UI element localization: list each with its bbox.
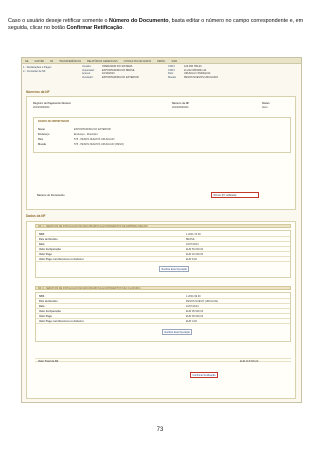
total-label: Valor Total da NF — [38, 359, 59, 363]
dados-label: País — [38, 138, 44, 141]
dados-value: 575 - PESOS NUEVOS URUGUAIO — [74, 138, 115, 141]
item-value: BRASIL — [186, 238, 195, 241]
header-value: EXPORTADORA DO EXTERIOR — [102, 75, 139, 79]
page-number: 73 — [156, 427, 164, 433]
item1-row: País de Destino BRASIL — [36, 238, 290, 243]
pag-header: Status — [262, 102, 270, 105]
item1-row: Valor Pago com Recursos no Exterior EUR … — [36, 258, 290, 263]
numeros-nf-panel: Registro de Pagamento Numero Número da N… — [26, 96, 296, 210]
item-label: Valor Pago com Recursos no Exterior — [39, 320, 84, 323]
item-label: Valor da Operação — [39, 248, 61, 251]
nav-item[interactable]: PERFIL — [154, 58, 168, 63]
retificar-operacao-1-button[interactable]: Retificar Esta Operação — [159, 266, 190, 272]
item1-title-band: NF: 1 - SERVIÇOS DE INSTALAÇÃO DE MAQUIN… — [35, 224, 291, 228]
item1-row: Valor da Operação EUR 50.000,00 — [36, 248, 290, 253]
pag-value: Ativo — [262, 106, 268, 109]
nav-item[interactable]: RELATÓRIOS GERENCIAIS — [84, 58, 121, 63]
item-label: País de Destino — [39, 300, 58, 303]
item-value: EUR 95.000,00 — [186, 315, 204, 318]
item-value: EUR 95.500,00 — [186, 310, 204, 313]
header-value: PESOS NUEVOS URUGUAIO — [184, 75, 219, 79]
item1-row: NBS 1.2001.70.00 — [36, 233, 290, 238]
item-value: EUR 8,00 — [186, 258, 197, 261]
header-info: Usuário: OPERADOR DO SISTEMA CNPJ: 123.4… — [82, 65, 297, 86]
item-label: NBS — [39, 233, 45, 236]
confirmar-retificacao-button[interactable]: Confirmar Retificação — [190, 372, 218, 378]
item-label: País de Destino — [39, 238, 58, 241]
item-value: 10/07/2014 — [186, 243, 199, 246]
item-label: NBS — [39, 295, 45, 298]
pag-value: 201300000001 — [33, 106, 50, 109]
intro-text-c: . — [122, 25, 124, 32]
nav-item[interactable]: NF — [47, 58, 56, 63]
item-value: 1.2001.99.00 — [186, 295, 201, 298]
pag-value: 201300000201 — [172, 106, 189, 109]
dados-label: Nome — [38, 128, 45, 131]
dados-value: EXPORTADORA DO EXTERIOR — [74, 128, 111, 131]
item-label: Valor Pago — [39, 315, 52, 318]
intro-bold-confirmar-retificacao: Confirmar Retificação — [66, 25, 123, 32]
section-title-dados-nf: Dados da NF — [26, 214, 46, 218]
item-value: EUR 50.000,00 — [186, 248, 204, 251]
dados-label: Endereço — [38, 133, 50, 136]
nav-item[interactable]: TRANSFERÊNCIAS — [56, 58, 84, 63]
item2-row: Valor Pago EUR 95.000,00 — [36, 315, 290, 320]
item-label: Data — [39, 243, 45, 246]
header-row: Vendedor: EXPORTADORA DO EXTERIOR Moeda:… — [82, 76, 297, 80]
dados-title: DADOS DO IMPORTADOR — [38, 120, 70, 123]
sidebar-item[interactable]: 2 - Consultar de NF — [23, 70, 81, 74]
dados-label: Moeda — [38, 143, 46, 146]
total-row: Valor Total da NF EUR 118.500,00 — [35, 358, 291, 363]
item-value: 1.2001.70.00 — [186, 233, 201, 236]
numero-documento-label: Número do Documento — [37, 194, 65, 197]
item-value: PESOS NUEVO (URUGUAI) — [186, 300, 219, 303]
item2-title-band: NF: 2 - SERVIÇOS DE INSTALAÇÃO DE MAQUIN… — [35, 286, 291, 290]
dados-importador-box: DADOS DO IMPORTADOR Nome EXPORTADORA DO … — [33, 117, 291, 153]
item1-row: Valor Pago EUR 42.000,00 — [36, 253, 290, 258]
sidebar: 1 - Declarações e Pagos 2 - Consultar de… — [23, 66, 81, 73]
item-label: Valor da Operação — [39, 310, 61, 313]
nav-item[interactable]: NE — [22, 58, 31, 63]
item1-box: NBS 1.2001.70.00 País de Destino BRASIL … — [35, 230, 291, 278]
retificar-operacao-2-button[interactable]: Retificar Esta Operação — [162, 329, 193, 335]
nav-item[interactable]: CONSULTAS DE DADOS — [121, 58, 154, 63]
pag-header: Registro de Pagamento Numero — [33, 102, 72, 105]
section-title-numeros-nf: Números da NF — [26, 90, 50, 94]
header-label: Moeda: — [168, 75, 177, 79]
nav-item[interactable]: SUSTER — [31, 58, 47, 63]
item-value: EUR 42.000,00 — [186, 253, 204, 256]
nav-item[interactable]: SAIR — [168, 58, 180, 63]
intro-bold-numero-documento: Número do Documento — [108, 18, 169, 24]
embedded-screenshot: NE SUSTER NF TRANSFERÊNCIAS RELATÓRIOS G… — [21, 57, 302, 403]
header-label: Vendedor: — [82, 75, 94, 79]
numero-documento-input[interactable]: Nf/xxxx [Nº retificado] — [211, 192, 259, 198]
item2-row: NBS 1.2001.99.00 — [36, 295, 290, 300]
dados-nf-panel: NF: 1 - SERVIÇOS DE INSTALAÇÃO DE MAQUIN… — [26, 221, 296, 399]
dados-value: 575 - PESOS NUEVOS URUGUAIO (PESO) — [74, 143, 124, 146]
item1-row: Data 10/07/2014 — [36, 243, 290, 248]
item2-row: País de Destino PESOS NUEVO (URUGUAI) — [36, 300, 290, 305]
item-label: Valor Pago com Recursos no Exterior — [39, 258, 84, 261]
item-value: 10/07/2014 — [186, 305, 199, 308]
item-label: Valor Pago — [39, 253, 52, 256]
top-nav: NE SUSTER NF TRANSFERÊNCIAS RELATÓRIOS G… — [22, 58, 301, 64]
item-value: EUR 0,00 — [186, 320, 197, 323]
item-label: Data — [39, 305, 45, 308]
intro-text-a: Caso o usuário deseje retificar somente … — [8, 18, 109, 24]
item2-box: NBS 1.2001.99.00 País de Destino PESOS N… — [35, 292, 291, 342]
total-value: EUR 118.500,00 — [240, 359, 259, 363]
pag-header: Número da NF — [172, 102, 190, 105]
item2-row: Valor Pago com Recursos no Exterior EUR … — [36, 320, 290, 325]
intro-paragraph: Caso o usuário deseje retificar somente … — [8, 18, 308, 33]
item2-row: Data 10/07/2014 — [36, 305, 290, 310]
dados-value: Endereço - Município — [74, 133, 98, 136]
item2-row: Valor da Operação EUR 95.500,00 — [36, 310, 290, 315]
